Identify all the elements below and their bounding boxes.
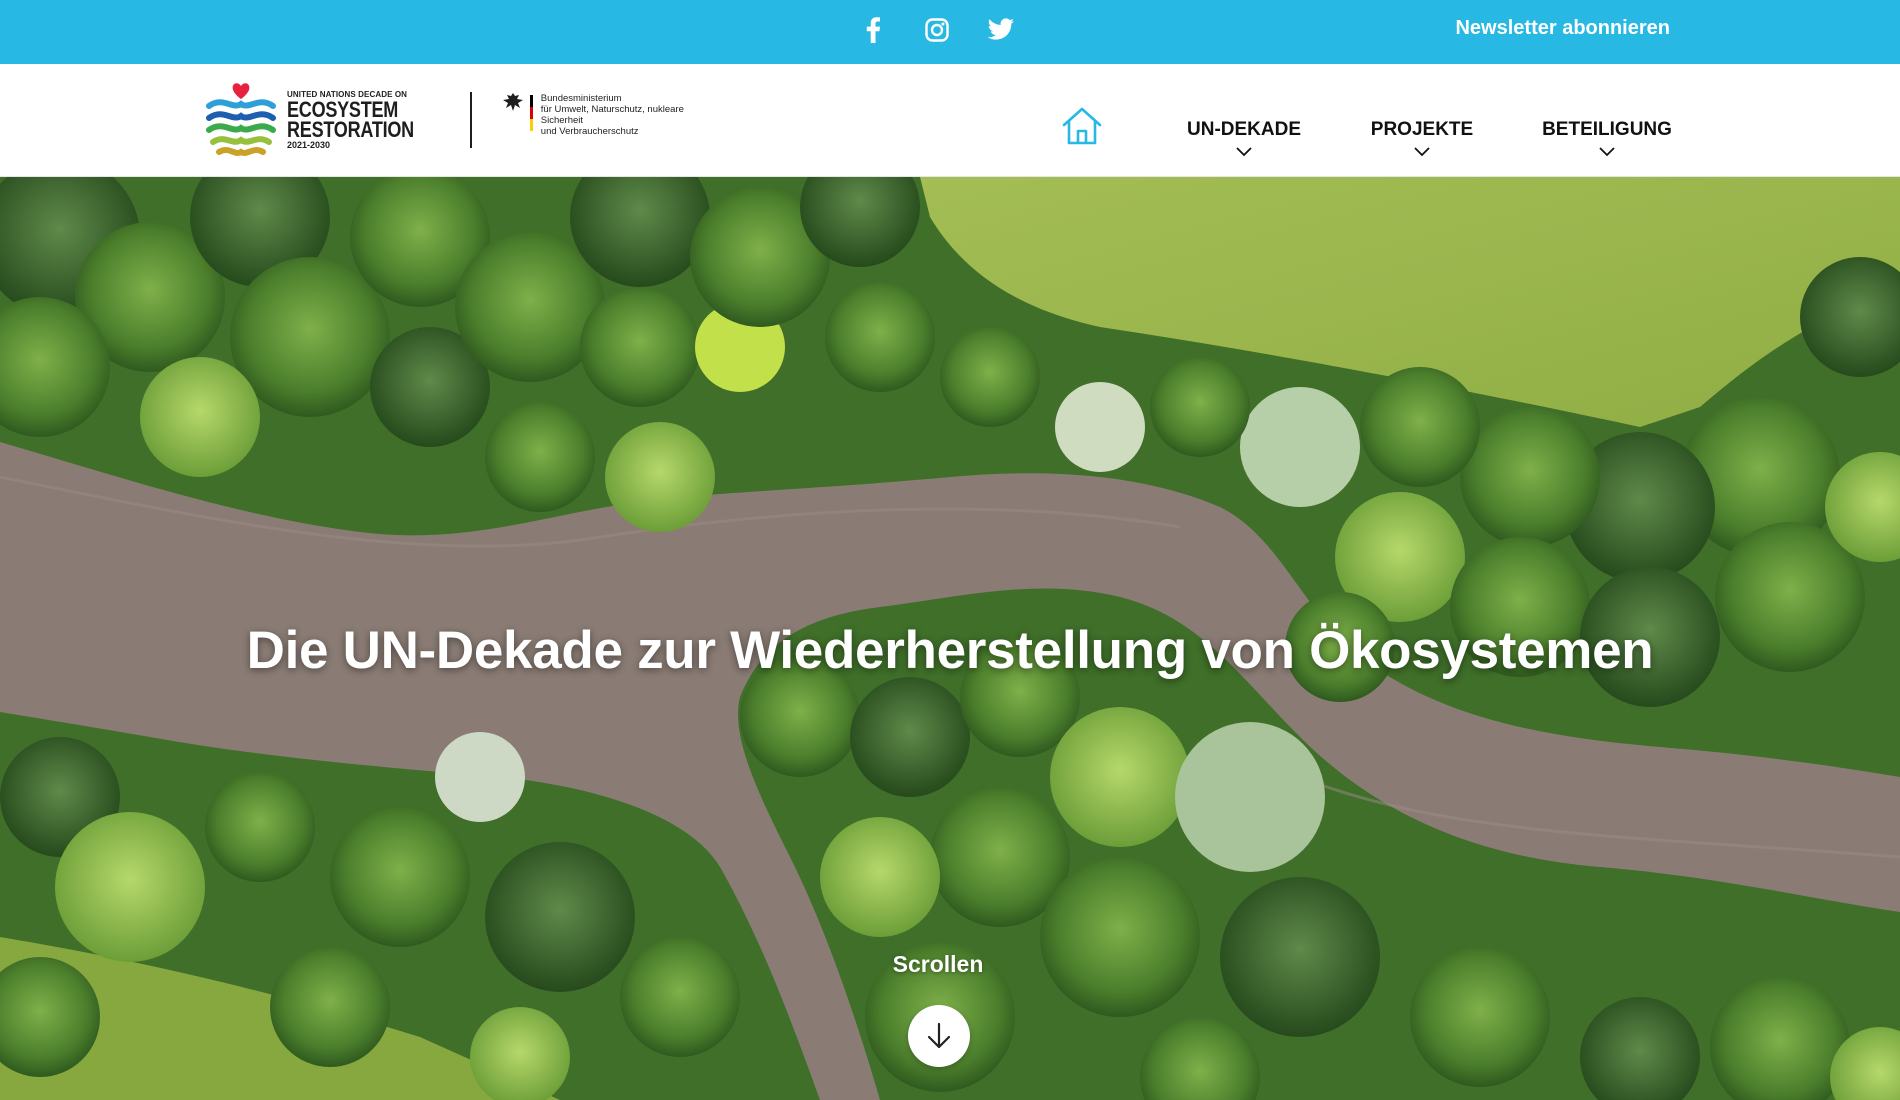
scroll-down-button[interactable] [908, 1005, 970, 1067]
chevron-down-icon [1236, 147, 1252, 157]
un-decade-logo-mark [206, 83, 276, 156]
ministry-name: Bundesministerium für Umwelt, Naturschut… [541, 93, 721, 137]
nav-item-beteiligung[interactable]: BETEILIGUNG [1542, 119, 1672, 157]
instagram-icon[interactable] [919, 12, 955, 48]
social-links [855, 12, 1019, 48]
ministry-line2: für Umwelt, Naturschutz, nukleare Sicher… [540, 104, 684, 126]
ministry-line3: und Verbraucherschutz [540, 126, 639, 137]
ministry-logo: Bundesministerium für Umwelt, Naturschut… [502, 93, 721, 147]
nav-item-label: BETEILIGUNG [1542, 119, 1672, 140]
nav-item-label: PROJEKTE [1370, 119, 1474, 140]
ministry-line1: Bundesministerium [540, 93, 622, 104]
nav-item-label: UN-DEKADE [1187, 119, 1301, 140]
hero-title: Die UN-Dekade zur Wiederherstellung von … [246, 621, 1654, 680]
nav-item-projekte[interactable]: PROJEKTE [1370, 119, 1474, 157]
hero-section: Die UN-Dekade zur Wiederherstellung von … [0, 177, 1900, 1100]
twitter-icon[interactable] [983, 12, 1019, 48]
german-flag-stripe [529, 95, 533, 131]
home-icon[interactable] [1060, 104, 1104, 148]
facebook-icon[interactable] [855, 12, 891, 48]
logo-divider [469, 92, 472, 148]
newsletter-link[interactable]: Newsletter abonnieren [1455, 14, 1670, 42]
un-logo-line3: RESTORATION [287, 116, 414, 142]
federal-eagle-icon [502, 93, 524, 147]
social-top-bar: Newsletter abonnieren [0, 0, 1900, 64]
arrow-down-icon [927, 1022, 951, 1049]
chevron-down-icon [1414, 147, 1430, 157]
nav-item-un-dekade[interactable]: UN-DEKADE [1186, 119, 1302, 157]
chevron-down-icon [1599, 147, 1615, 157]
scroll-label: Scrollen [892, 951, 984, 977]
un-decade-logo-text: UNITED NATIONS DECADE ON ECOSYSTEM RESTO… [287, 90, 442, 151]
logo-group[interactable]: UNITED NATIONS DECADE ON ECOSYSTEM RESTO… [205, 82, 721, 158]
site-header: UNITED NATIONS DECADE ON ECOSYSTEM RESTO… [0, 64, 1900, 177]
